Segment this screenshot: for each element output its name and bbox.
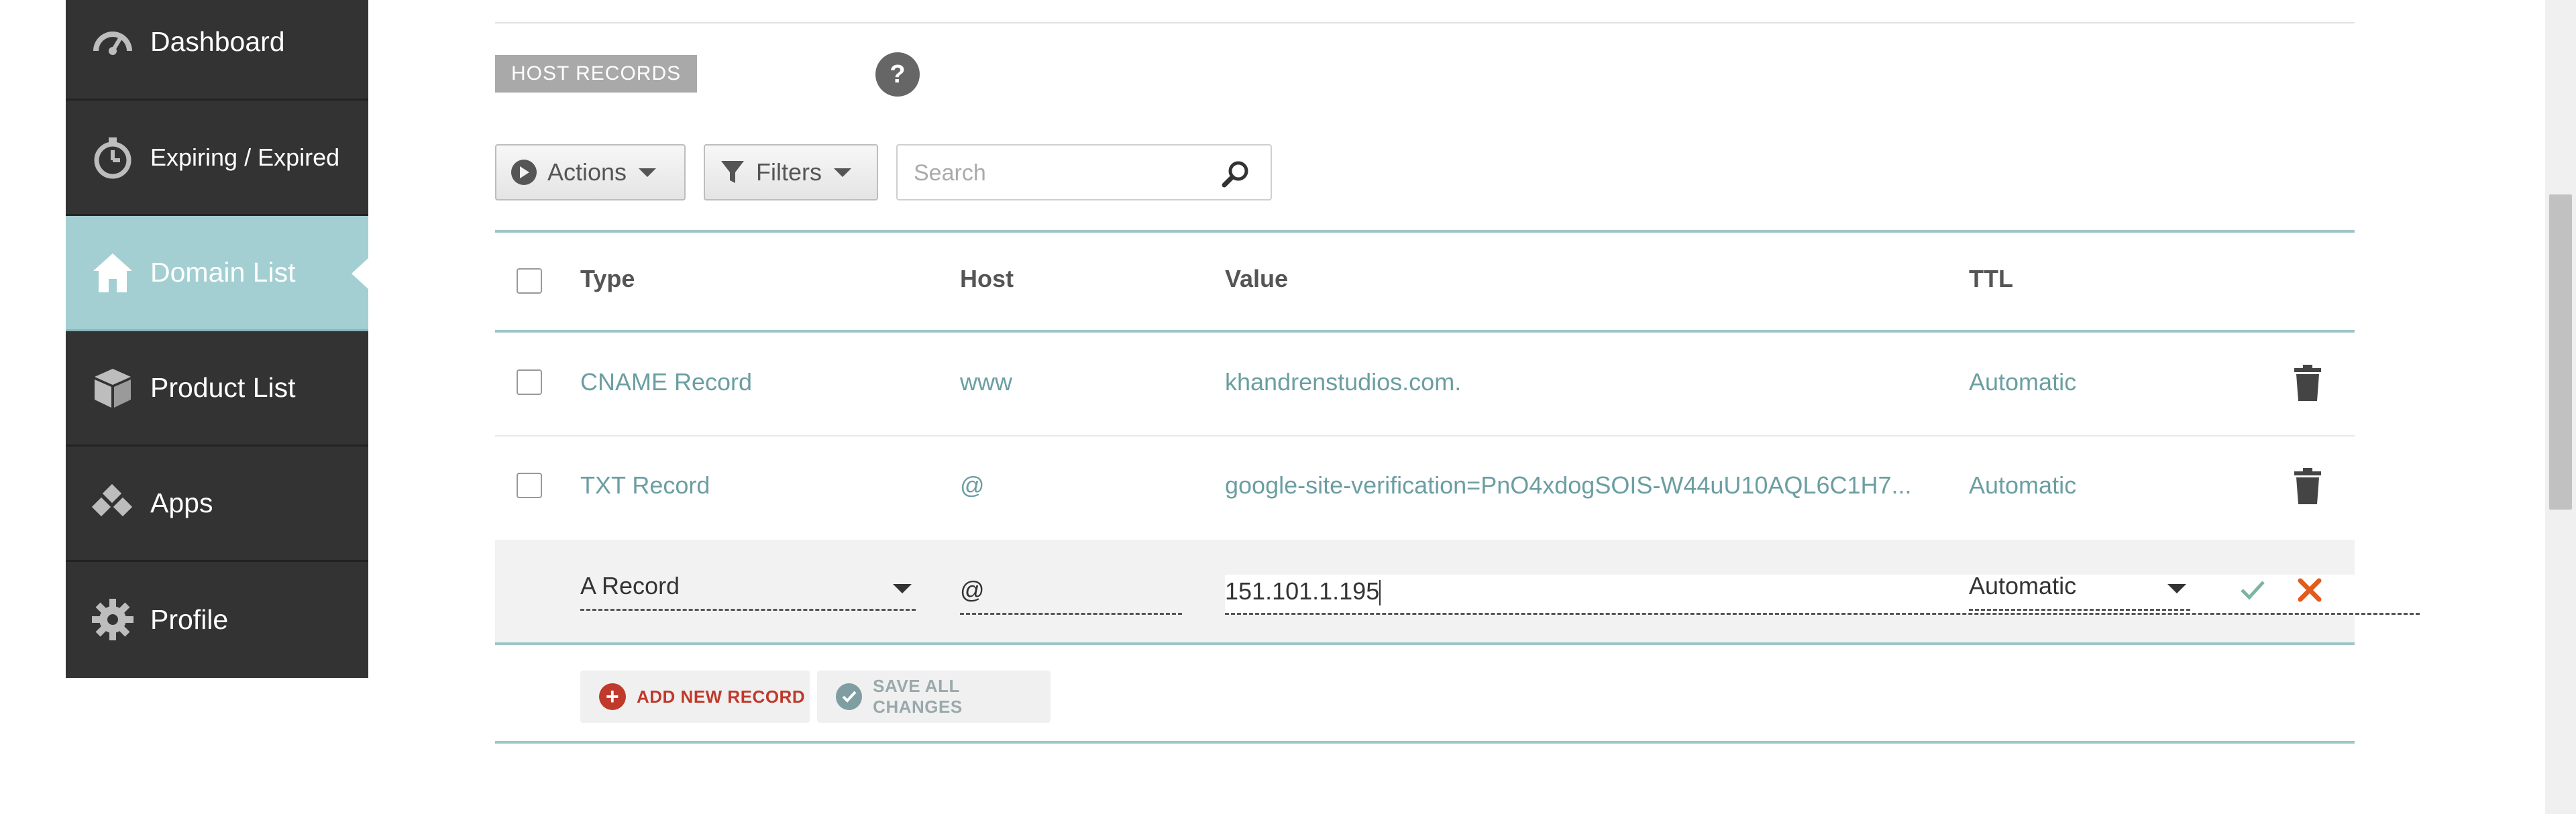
home-icon	[89, 249, 137, 297]
text-cursor	[1379, 580, 1381, 606]
actions-label: Actions	[547, 158, 627, 186]
save-all-changes-label: SAVE ALL CHANGES	[873, 676, 963, 717]
chevron-down-icon	[2167, 584, 2186, 593]
record-host: www	[960, 368, 1012, 396]
column-header-type[interactable]: Type	[580, 265, 635, 293]
dashboard-icon	[89, 18, 137, 66]
stopwatch-icon	[89, 133, 137, 182]
select-all-checkbox[interactable]	[517, 268, 542, 294]
play-icon	[511, 160, 537, 185]
cancel-x-icon[interactable]	[2297, 577, 2322, 603]
add-new-record-label: ADD NEW RECORD	[637, 686, 806, 707]
row-checkbox[interactable]	[517, 473, 542, 498]
active-indicator	[352, 257, 369, 290]
sidebar-item-label: Product List	[150, 372, 296, 403]
row-checkbox[interactable]	[517, 369, 542, 395]
chevron-down-icon	[834, 168, 851, 177]
filter-icon	[720, 159, 745, 186]
ttl-select[interactable]: Automatic	[1969, 572, 2190, 611]
sidebar-item-apps[interactable]: Apps	[66, 447, 368, 562]
table-row: TXT Record @ google-site-verification=Pn…	[495, 437, 2355, 540]
table-top-rule	[495, 230, 2355, 233]
sidebar-item-dashboard[interactable]: Dashboard	[66, 0, 368, 101]
sidebar-item-product-list[interactable]: Product List	[66, 331, 368, 447]
column-header-ttl[interactable]: TTL	[1969, 265, 2013, 293]
sidebar-item-label: Domain List	[150, 257, 296, 288]
record-ttl: Automatic	[1969, 471, 2077, 499]
search-input[interactable]	[912, 154, 1210, 192]
search-box	[896, 144, 1272, 200]
box-icon	[89, 364, 137, 412]
sidebar-item-label: Apps	[150, 487, 213, 518]
host-value: @	[960, 576, 985, 603]
search-icon[interactable]	[1221, 159, 1250, 188]
confirm-check-icon[interactable]	[2239, 578, 2266, 602]
table-row: CNAME Record www khandrenstudios.com. Au…	[495, 333, 2355, 436]
sidebar-item-label: Profile	[150, 603, 229, 635]
trash-icon[interactable]	[2292, 364, 2324, 402]
gear-icon	[89, 595, 137, 644]
scrollbar-thumb[interactable]	[2549, 194, 2572, 510]
record-type-value: A Record	[580, 572, 680, 599]
divider	[495, 22, 2355, 23]
record-ttl: Automatic	[1969, 368, 2077, 396]
section-bottom-rule	[495, 741, 2355, 744]
chevron-down-icon	[639, 168, 657, 177]
record-type-select[interactable]: A Record	[580, 572, 916, 611]
filters-label: Filters	[756, 158, 822, 186]
value-text: 151.101.1.195	[1225, 577, 1380, 605]
edit-row: A Record @ 151.101.1.195 Automatic	[495, 540, 2420, 644]
record-value: khandrenstudios.com.	[1225, 368, 1462, 396]
column-header-value[interactable]: Value	[1225, 265, 1288, 293]
record-value: google-site-verification=PnO4xdogSOIS-W4…	[1225, 471, 1912, 499]
add-new-record-button[interactable]: + ADD NEW RECORD	[580, 671, 810, 723]
host-input[interactable]: @	[960, 576, 1182, 615]
record-host: @	[960, 471, 985, 499]
apps-icon	[89, 479, 137, 528]
trash-icon[interactable]	[2292, 467, 2324, 505]
table-bottom-rule	[495, 642, 2355, 645]
sidebar-item-expiring[interactable]: Expiring / Expired	[66, 101, 368, 216]
record-type: CNAME Record	[580, 368, 753, 396]
plus-circle-icon: +	[599, 683, 626, 710]
sidebar-item-domain-list[interactable]: Domain List	[66, 216, 369, 331]
ttl-value: Automatic	[1969, 572, 2077, 599]
check-circle-icon	[836, 683, 863, 710]
section-title: HOST RECORDS	[495, 55, 698, 93]
column-header-host[interactable]: Host	[960, 265, 1014, 293]
sidebar-item-label: Dashboard	[150, 26, 285, 57]
sidebar: Dashboard Expiring / Expired Domain List…	[66, 0, 369, 678]
help-button[interactable]: ?	[875, 52, 920, 97]
sidebar-item-label: Expiring / Expired	[150, 143, 340, 171]
record-type: TXT Record	[580, 471, 710, 499]
chevron-down-icon	[893, 584, 912, 593]
save-all-changes-button[interactable]: SAVE ALL CHANGES	[817, 671, 1051, 723]
filters-button[interactable]: Filters	[704, 144, 878, 200]
sidebar-item-profile[interactable]: Profile	[66, 562, 368, 677]
actions-button[interactable]: Actions	[495, 144, 686, 200]
